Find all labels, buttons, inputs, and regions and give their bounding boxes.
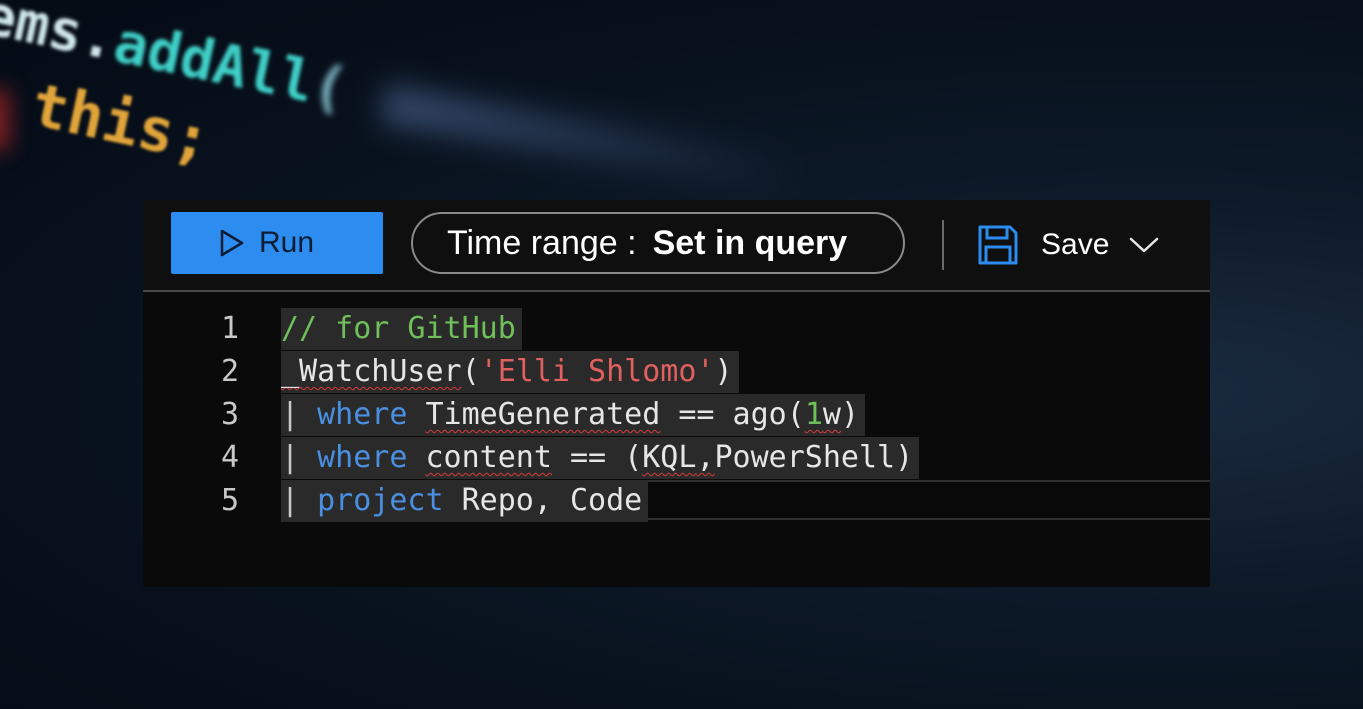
code-line-text: // for GitHub xyxy=(281,308,522,350)
code-pipe: | xyxy=(281,483,300,518)
background-blur-smear xyxy=(379,83,801,197)
code-keyword: where xyxy=(317,397,408,432)
code-number: 1 xyxy=(804,397,823,432)
code-line-text: | where TimeGenerated == ago(1w) xyxy=(281,394,865,436)
code-line: 3 | where TimeGenerated == ago(1w) xyxy=(143,394,1210,436)
chevron-down-icon[interactable] xyxy=(1129,236,1159,254)
run-button[interactable]: Run xyxy=(171,212,383,274)
code-line-text: _WatchUser('Elli Shlomo') xyxy=(281,351,739,393)
code-pipe: | xyxy=(281,397,300,432)
code-line-text: | where content == (KQL,PowerShell) xyxy=(281,437,920,479)
line-number: 3 xyxy=(220,397,239,432)
code-field: TimeGenerated xyxy=(425,397,661,432)
code-line: 1 // for GitHub xyxy=(143,308,1210,350)
code-operator: == ago( xyxy=(660,397,805,432)
line-number: 2 xyxy=(220,354,239,389)
save-button[interactable]: Save xyxy=(977,218,1159,272)
code-text: Repo, Code xyxy=(443,483,643,518)
query-toolbar: Run Time range : Set in query Save xyxy=(143,200,1210,292)
floppy-disk-icon xyxy=(978,225,1018,265)
toolbar-divider xyxy=(942,220,944,270)
code-unit: w xyxy=(822,397,841,432)
time-range-picker[interactable]: Time range : Set in query xyxy=(411,212,905,274)
code-line-text: | project Repo, Code xyxy=(281,480,649,522)
code-punctuation: ) xyxy=(840,397,859,432)
code-punctuation: , xyxy=(696,440,715,475)
line-number: 5 xyxy=(220,483,239,518)
code-string: 'Elli Shlomo' xyxy=(479,354,715,389)
line-number: 1 xyxy=(220,311,239,346)
run-button-label: Run xyxy=(259,226,315,259)
code-pipe: | xyxy=(281,440,300,475)
code-operator: == ( xyxy=(551,440,643,475)
code-editor[interactable]: 1 // for GitHub 2 _WatchUser('Elli Shlom… xyxy=(143,308,1210,588)
code-field: content xyxy=(425,440,552,475)
code-line: 4 | where content == (KQL,PowerShell) xyxy=(143,437,1210,479)
code-line: 2 _WatchUser('Elli Shlomo') xyxy=(143,351,1210,393)
code-punctuation: ) xyxy=(714,354,733,389)
code-line: 5 | project Repo, Code xyxy=(143,480,1210,522)
code-keyword: where xyxy=(317,440,408,475)
code-value: PowerShell xyxy=(714,440,896,475)
background-code-token: ems xyxy=(0,0,89,67)
code-punctuation: ( xyxy=(461,354,480,389)
time-range-value: Set in query xyxy=(652,223,848,262)
line-number: 4 xyxy=(220,440,239,475)
code-value: KQL xyxy=(642,440,697,475)
background-blur-accent xyxy=(0,90,10,150)
query-editor-panel: Run Time range : Set in query Save 1 // … xyxy=(143,200,1210,587)
code-keyword: project xyxy=(317,483,444,518)
code-comment: // for GitHub xyxy=(281,311,516,346)
code-function: _WatchUser xyxy=(281,354,462,389)
save-button-label: Save xyxy=(1041,228,1110,261)
play-icon xyxy=(220,229,244,257)
time-range-label: Time range : xyxy=(447,223,637,262)
code-punctuation: ) xyxy=(895,440,914,475)
